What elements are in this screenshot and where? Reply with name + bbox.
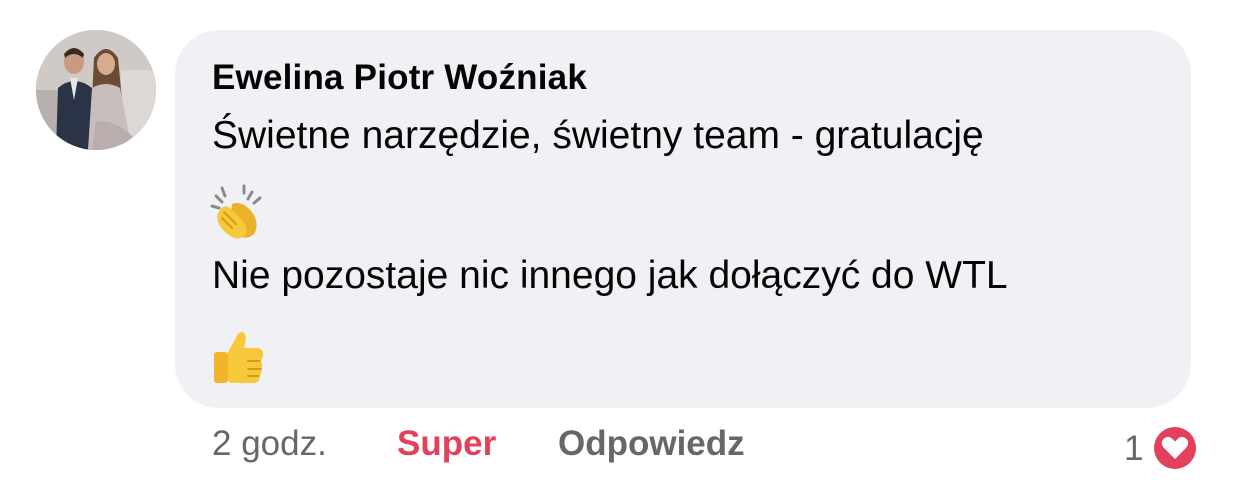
reaction-summary[interactable]: 1 [1124, 424, 1199, 472]
comment-timestamp[interactable]: 2 godz. [212, 424, 327, 464]
comment-author[interactable]: Ewelina Piotr Woźniak [212, 58, 587, 98]
reaction-button[interactable]: Super [397, 424, 496, 464]
comment-text-line: Świetne narzędzie, świetny team - gratul… [212, 114, 984, 157]
comment-bubble: Ewelina Piotr Woźniak Świetne narzędzie,… [175, 30, 1191, 408]
heart-icon [1152, 425, 1199, 471]
comment-text-line: Nie pozostaje nic innego jak dołączyć do… [212, 254, 1008, 297]
comment: Ewelina Piotr Woźniak Świetne narzędzie,… [0, 0, 1242, 482]
comment-actions: 2 godz. Super Odpowiedz 1 [0, 424, 1242, 472]
thumbs-up-icon [214, 332, 264, 383]
clapping-hands-icon [210, 184, 262, 239]
reply-button[interactable]: Odpowiedz [558, 424, 745, 464]
avatar[interactable] [36, 30, 156, 150]
reaction-count: 1 [1124, 428, 1144, 468]
